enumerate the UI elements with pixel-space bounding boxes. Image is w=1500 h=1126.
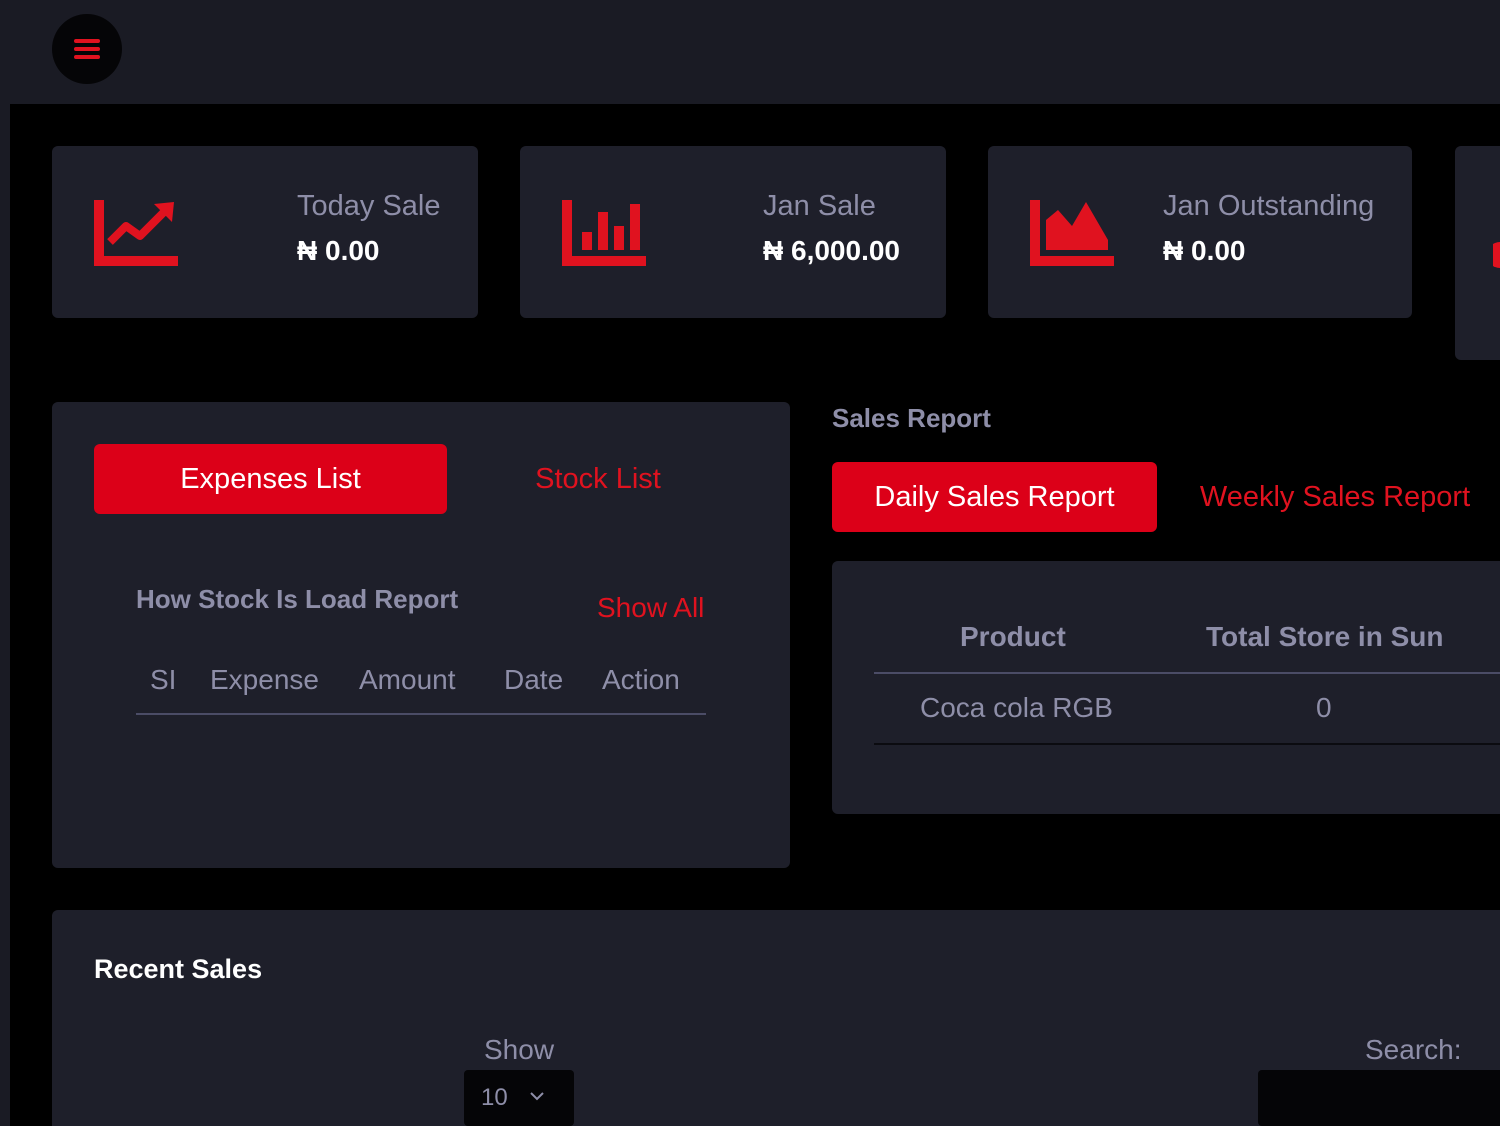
table-header-divider: [874, 672, 1500, 674]
column-header-product[interactable]: Product: [960, 621, 1066, 653]
chart-icon: [1493, 242, 1500, 268]
stat-card-jan-outstanding: Jan Outstanding ₦ 0.00: [988, 146, 1412, 318]
stat-card-jan-sale: Jan Sale ₦ 6,000.00: [520, 146, 946, 318]
stat-card-partial: [1455, 146, 1500, 360]
bar-chart-icon: [562, 200, 646, 266]
sidebar-edge: [0, 104, 10, 1126]
menu-toggle-button[interactable]: [52, 14, 122, 84]
column-header[interactable]: Amount: [359, 664, 456, 696]
table-divider: [136, 713, 706, 715]
table-cell-product: Coca cola RGB: [920, 692, 1113, 723]
tab-weekly-sales-report[interactable]: Weekly Sales Report: [1190, 462, 1480, 532]
sales-report-table-card: Product Total Store in Sun Coca cola RGB…: [832, 561, 1500, 814]
table-row-divider: [874, 743, 1500, 745]
show-all-link[interactable]: Show All: [597, 592, 704, 624]
expenses-panel: Expenses List Stock List How Stock Is Lo…: [52, 402, 790, 868]
column-header[interactable]: SI: [150, 664, 176, 696]
stat-label: Jan Outstanding: [1163, 190, 1375, 222]
stat-value: ₦ 0.00: [297, 235, 380, 266]
stat-label: Today Sale: [297, 190, 441, 222]
tab-daily-sales-report[interactable]: Daily Sales Report: [832, 462, 1157, 532]
column-header[interactable]: Expense: [210, 664, 319, 696]
chevron-down-icon: [530, 1092, 544, 1101]
stat-card-today-sale: Today Sale ₦ 0.00: [52, 146, 478, 318]
page-size-select[interactable]: 10: [464, 1070, 574, 1126]
table-cell-total: 0: [1316, 692, 1332, 723]
tab-expenses-list[interactable]: Expenses List: [94, 444, 447, 514]
stat-value: ₦ 0.00: [1163, 235, 1246, 266]
column-header[interactable]: Date: [504, 664, 563, 696]
line-chart-icon: [94, 200, 178, 266]
stat-label: Jan Sale: [763, 190, 876, 222]
top-bar: [0, 0, 1500, 104]
panel-title: How Stock Is Load Report: [136, 584, 459, 614]
hamburger-icon: [74, 39, 100, 59]
column-header[interactable]: Action: [602, 664, 680, 696]
recent-sales-panel: Recent Sales Show 10 Search:: [52, 910, 1500, 1126]
search-label: Search:: [1365, 1034, 1462, 1065]
search-input[interactable]: [1258, 1070, 1500, 1126]
stat-value: ₦ 6,000.00: [763, 235, 900, 266]
show-label: Show: [484, 1034, 555, 1065]
tab-stock-list[interactable]: Stock List: [502, 444, 694, 514]
recent-sales-title: Recent Sales: [94, 954, 263, 984]
page-size-value: 10: [481, 1084, 508, 1111]
column-header-total[interactable]: Total Store in Sun: [1206, 621, 1443, 653]
area-chart-icon: [1030, 200, 1114, 266]
sales-report-title: Sales Report: [832, 403, 991, 433]
